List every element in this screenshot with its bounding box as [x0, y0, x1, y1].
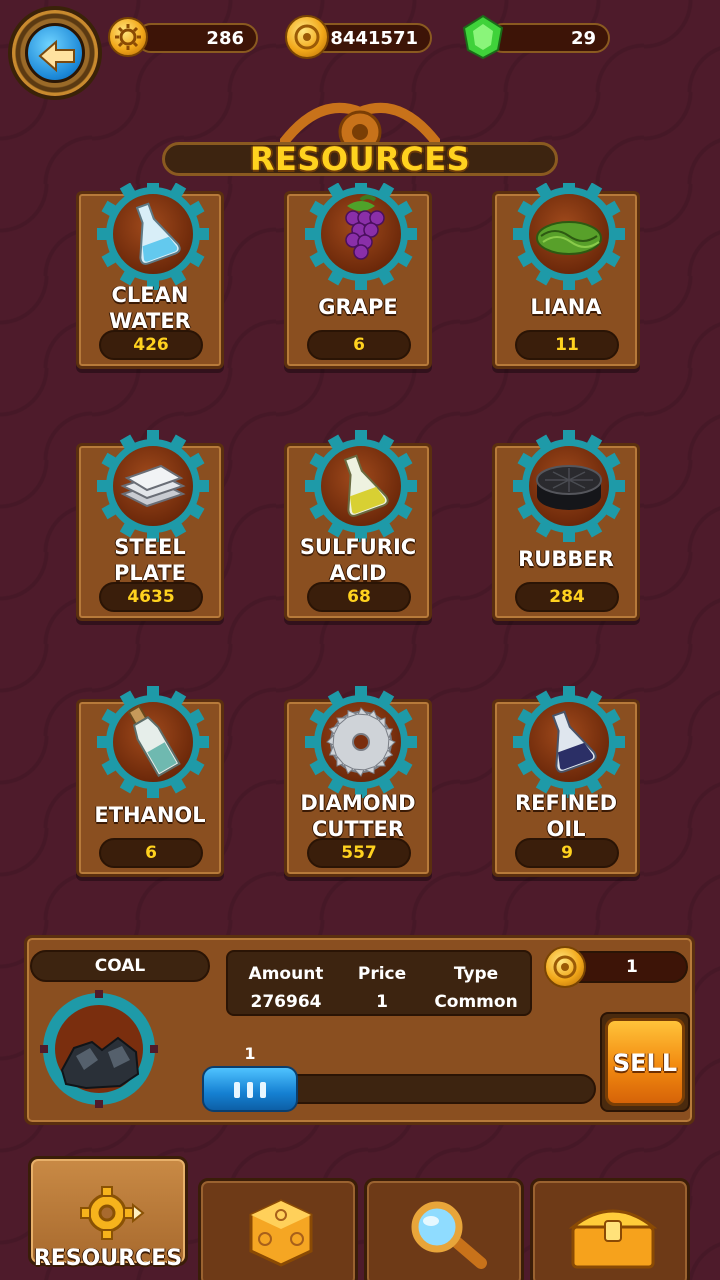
- resource-card[interactable]: GRAPE 6: [284, 183, 432, 369]
- coin-icon: [285, 15, 329, 59]
- resource-quantity: 4635: [99, 582, 203, 612]
- resource-icon-frame: [97, 183, 209, 290]
- resource-icon-frame: [305, 183, 417, 290]
- resource-card[interactable]: SULFURIC ACID 68: [284, 430, 432, 621]
- amount-label: Amount: [248, 964, 324, 984]
- gems-value: 29: [570, 28, 596, 49]
- grape-icon: [345, 195, 385, 260]
- resource-card[interactable]: ETHANOL 6: [76, 686, 224, 877]
- flask-water-icon: [135, 202, 181, 265]
- resource-card[interactable]: RUBBER 284: [492, 430, 640, 621]
- tab-resources-label: RESOURCES: [33, 1246, 183, 1271]
- resource-quantity: 426: [99, 330, 203, 360]
- resource-quantity: 557: [307, 838, 411, 868]
- gear-currency-icon: [108, 17, 148, 57]
- resource-card[interactable]: LIANA 11: [492, 183, 640, 369]
- resource-icon-frame: [305, 430, 417, 542]
- saw-blade-icon: [326, 707, 396, 777]
- coal-icon: [40, 990, 158, 1108]
- dice-icon: [249, 1199, 313, 1267]
- resource-icon-frame: [97, 686, 209, 798]
- back-arrow-icon: [25, 23, 85, 83]
- resource-card[interactable]: REFINED OIL 9: [492, 686, 640, 877]
- price-value: 1: [376, 992, 388, 1012]
- resource-name: CLEAN WATER: [109, 283, 191, 333]
- unit-price-value: 1: [626, 957, 638, 977]
- price-coin-icon: [544, 946, 586, 988]
- type-label: Type: [453, 964, 499, 984]
- magnifier-icon: [411, 1201, 487, 1269]
- selected-info: Amount 276964 Price 1 Type Common: [226, 950, 532, 1016]
- resource-quantity: 68: [307, 582, 411, 612]
- gears-counter: 286: [136, 23, 258, 53]
- sell-button[interactable]: SELL: [605, 1018, 685, 1106]
- resource-quantity: 11: [515, 330, 619, 360]
- resource-name: RUBBER: [518, 547, 614, 571]
- type-value: Common: [434, 992, 518, 1012]
- amount-value: 276964: [250, 992, 322, 1012]
- liana-icon: [536, 221, 602, 255]
- resource-icon-frame: [513, 430, 625, 542]
- resource-card[interactable]: STEEL PLATE 4635: [76, 430, 224, 621]
- resource-grid[interactable]: CLEAN WATER 426 GRAPE 6 LIANA 11 STEEL PLATE 4635…: [0, 183, 720, 903]
- resource-quantity: 6: [307, 330, 411, 360]
- coins-value: 8441571: [330, 28, 418, 49]
- page-title: RESOURCES: [249, 140, 471, 178]
- steel-plate-icon: [120, 464, 186, 508]
- resource-name: SULFURIC ACID: [299, 535, 417, 585]
- tab-dice[interactable]: [198, 1178, 358, 1280]
- resource-name: DIAMOND CUTTER: [300, 791, 416, 841]
- resource-quantity: 284: [515, 582, 619, 612]
- gears-value: 286: [206, 28, 244, 49]
- resource-card[interactable]: DIAMOND CUTTER 557: [284, 686, 432, 877]
- chest-icon: [568, 1209, 658, 1269]
- resource-card[interactable]: CLEAN WATER 426: [76, 183, 224, 369]
- tab-chest[interactable]: [530, 1178, 690, 1280]
- price-label: Price: [357, 964, 407, 984]
- bottle-icon: [127, 704, 181, 778]
- resource-name: ETHANOL: [94, 803, 206, 827]
- resource-name: LIANA: [530, 295, 602, 319]
- resource-icon-frame: [513, 183, 625, 290]
- resource-name: REFINED OIL: [514, 791, 618, 841]
- slider-handle[interactable]: [202, 1066, 298, 1112]
- gear-icon: [80, 1186, 145, 1240]
- resource-icon-frame: [97, 430, 209, 542]
- resource-icon-frame: [305, 686, 417, 798]
- quantity-value: 1: [244, 1044, 256, 1063]
- resource-quantity: 6: [99, 838, 203, 868]
- tab-search[interactable]: [364, 1178, 524, 1280]
- back-button[interactable]: [12, 10, 98, 96]
- gems-counter: 29: [488, 23, 610, 53]
- gem-icon: [460, 14, 506, 60]
- flask-acid-icon: [343, 454, 389, 517]
- resource-name: GRAPE: [318, 295, 398, 319]
- rubber-icon: [536, 465, 602, 510]
- resource-quantity: 9: [515, 838, 619, 868]
- resource-icon-frame: [513, 686, 625, 798]
- flask-oil-icon: [551, 710, 597, 773]
- resource-name: STEEL PLATE: [113, 535, 187, 585]
- selected-resource-name: COAL: [30, 950, 210, 982]
